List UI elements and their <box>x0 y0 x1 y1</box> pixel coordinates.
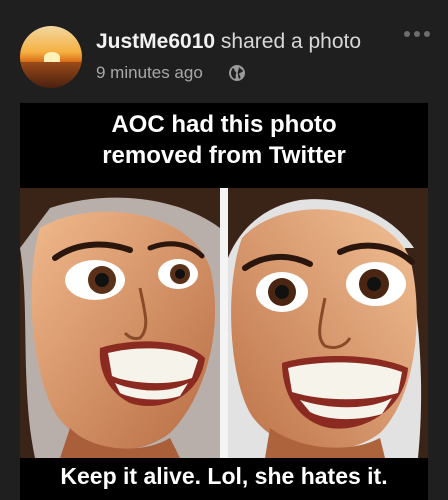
post-photo[interactable]: AOC had this photo removed from Twitter <box>20 103 428 500</box>
caption-line-1: AOC had this photo <box>111 111 337 138</box>
avatar-sun <box>44 52 60 62</box>
photo-caption-top: AOC had this photo removed from Twitter <box>20 109 428 171</box>
post-card: JustMe6010 shared a photo 9 minutes ago … <box>0 0 448 500</box>
post-header: JustMe6010 shared a photo 9 minutes ago <box>0 0 448 100</box>
post-author-line: JustMe6010 shared a photo <box>96 30 361 54</box>
avatar[interactable] <box>20 26 82 88</box>
photo-caption-bottom: Keep it alive. Lol, she hates it. <box>60 463 388 489</box>
caption-line-2: removed from Twitter <box>102 142 346 169</box>
avatar-sea <box>20 62 82 88</box>
author-name[interactable]: JustMe6010 <box>96 30 215 53</box>
meme-photo <box>20 188 428 458</box>
post-action: shared a photo <box>220 30 362 53</box>
globe-icon <box>229 65 245 81</box>
more-options-icon[interactable] <box>403 28 431 40</box>
post-time[interactable]: 9 minutes ago <box>96 63 203 83</box>
